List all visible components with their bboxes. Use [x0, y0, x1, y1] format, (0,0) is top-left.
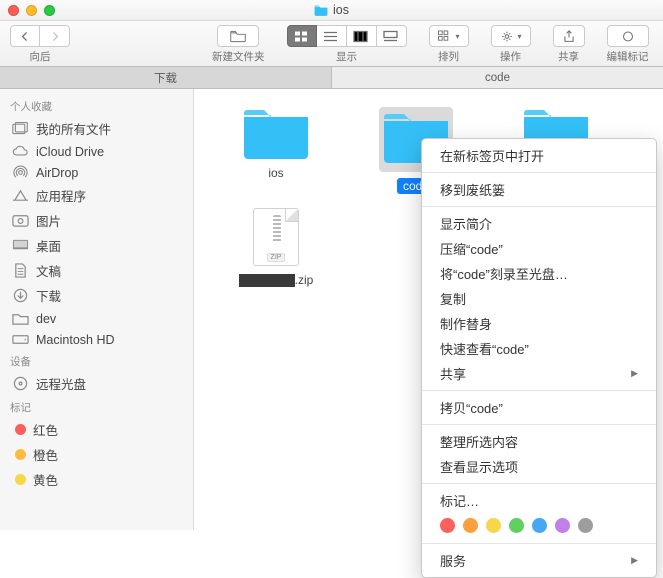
sidebar-item-hd[interactable]: Macintosh HD: [0, 329, 193, 350]
redacted-text: [239, 274, 295, 287]
folder-icon: [12, 311, 29, 326]
minimize-window-button[interactable]: [26, 5, 37, 16]
documents-icon: [12, 263, 29, 278]
folder-icon: [314, 4, 328, 16]
sidebar-group-devices: 设备: [0, 350, 193, 371]
sidebar-group-tags: 标记: [0, 396, 193, 417]
tag-color-blue[interactable]: [532, 518, 547, 533]
chevron-right-icon: ▶: [631, 368, 638, 379]
menu-open-new-tab[interactable]: 在新标签页中打开: [422, 143, 656, 168]
menu-tags-label: 标记…: [422, 488, 656, 513]
sidebar-tag-red[interactable]: 红色: [0, 417, 193, 442]
tag-color-purple[interactable]: [555, 518, 570, 533]
tab-bar: 下载 code: [0, 67, 663, 89]
menu-get-info[interactable]: 显示简介: [422, 211, 656, 236]
sidebar: 个人收藏 我的所有文件 iCloud Drive AirDrop 应用程序 图片…: [0, 89, 194, 530]
menu-move-to-trash[interactable]: 移到废纸篓: [422, 177, 656, 202]
tag-color-yellow[interactable]: [486, 518, 501, 533]
coverflow-view-button[interactable]: [377, 25, 407, 47]
edit-tags-button[interactable]: [607, 25, 649, 47]
zip-icon: ZIP: [253, 208, 299, 266]
arrange-icon: [437, 30, 453, 43]
sidebar-tag-yellow[interactable]: 黄色: [0, 467, 193, 492]
tag-color-gray[interactable]: [578, 518, 593, 533]
sidebar-item-downloads[interactable]: 下载: [0, 283, 193, 308]
hd-icon: [12, 332, 29, 347]
sidebar-item-apps[interactable]: 应用程序: [0, 183, 193, 208]
apps-icon: [12, 188, 29, 203]
tag-color-green[interactable]: [509, 518, 524, 533]
menu-copy[interactable]: 拷贝“code”: [422, 395, 656, 420]
context-menu: 在新标签页中打开 移到废纸篓 显示简介 压缩“code” 将“code”刻录至光…: [421, 138, 657, 578]
file-item[interactable]: ios: [206, 107, 346, 194]
all-files-icon: [12, 121, 29, 136]
icon-view-button[interactable]: [287, 25, 317, 47]
new-folder-button[interactable]: [217, 25, 259, 47]
downloads-icon: [12, 288, 29, 303]
menu-services[interactable]: 服务▶: [422, 548, 656, 573]
tab-code[interactable]: code: [332, 67, 663, 88]
sidebar-item-pictures[interactable]: 图片: [0, 208, 193, 233]
sidebar-item-documents[interactable]: 文稿: [0, 258, 193, 283]
view-mode-switcher: [287, 25, 407, 47]
sidebar-item-dev[interactable]: dev: [0, 308, 193, 329]
folder-outline-icon: [230, 30, 246, 43]
tag-dot-red: [15, 424, 26, 435]
gear-icon: [499, 30, 515, 43]
toolbar: 向后 新建文件夹 显示 ▾ 排列 ▾ 操作 共享: [0, 21, 663, 67]
sidebar-item-airdrop[interactable]: AirDrop: [0, 162, 193, 183]
close-window-button[interactable]: [8, 5, 19, 16]
folder-icon: [241, 107, 311, 159]
tab-downloads[interactable]: 下载: [0, 67, 332, 88]
sidebar-item-desktop[interactable]: 桌面: [0, 233, 193, 258]
icloud-icon: [12, 144, 29, 159]
sidebar-item-remote-disc[interactable]: 远程光盘: [0, 371, 193, 396]
menu-share[interactable]: 共享▶: [422, 361, 656, 386]
menu-burn[interactable]: 将“code”刻录至光盘…: [422, 261, 656, 286]
sidebar-item-icloud[interactable]: iCloud Drive: [0, 141, 193, 162]
titlebar: ios: [0, 0, 663, 21]
menu-make-alias[interactable]: 制作替身: [422, 311, 656, 336]
list-view-button[interactable]: [317, 25, 347, 47]
action-button[interactable]: ▾: [491, 25, 531, 47]
disc-icon: [12, 376, 29, 391]
tag-dot-orange: [15, 449, 26, 460]
airdrop-icon: [12, 165, 29, 180]
back-button[interactable]: [10, 25, 40, 47]
tag-dot-yellow: [15, 474, 26, 485]
menu-view-options[interactable]: 查看显示选项: [422, 454, 656, 479]
column-view-button[interactable]: [347, 25, 377, 47]
tag-icon: [620, 30, 636, 43]
window-title: ios: [333, 3, 349, 17]
desktop-icon: [12, 238, 29, 253]
arrange-button[interactable]: ▾: [429, 25, 469, 47]
file-item[interactable]: ZIP .zip: [206, 208, 346, 288]
sidebar-item-all-files[interactable]: 我的所有文件: [0, 116, 193, 141]
menu-tag-colors: [422, 513, 656, 539]
tag-color-red[interactable]: [440, 518, 455, 533]
share-icon: [561, 30, 577, 43]
chevron-right-icon: ▶: [631, 555, 638, 566]
menu-quicklook[interactable]: 快速查看“code”: [422, 336, 656, 361]
sidebar-group-favorites: 个人收藏: [0, 95, 193, 116]
window-controls: [8, 5, 55, 16]
tag-color-orange[interactable]: [463, 518, 478, 533]
zoom-window-button[interactable]: [44, 5, 55, 16]
menu-compress[interactable]: 压缩“code”: [422, 236, 656, 261]
sidebar-tag-orange[interactable]: 橙色: [0, 442, 193, 467]
forward-button[interactable]: [40, 25, 70, 47]
pictures-icon: [12, 213, 29, 228]
menu-cleanup[interactable]: 整理所选内容: [422, 429, 656, 454]
menu-duplicate[interactable]: 复制: [422, 286, 656, 311]
share-button[interactable]: [553, 25, 585, 47]
